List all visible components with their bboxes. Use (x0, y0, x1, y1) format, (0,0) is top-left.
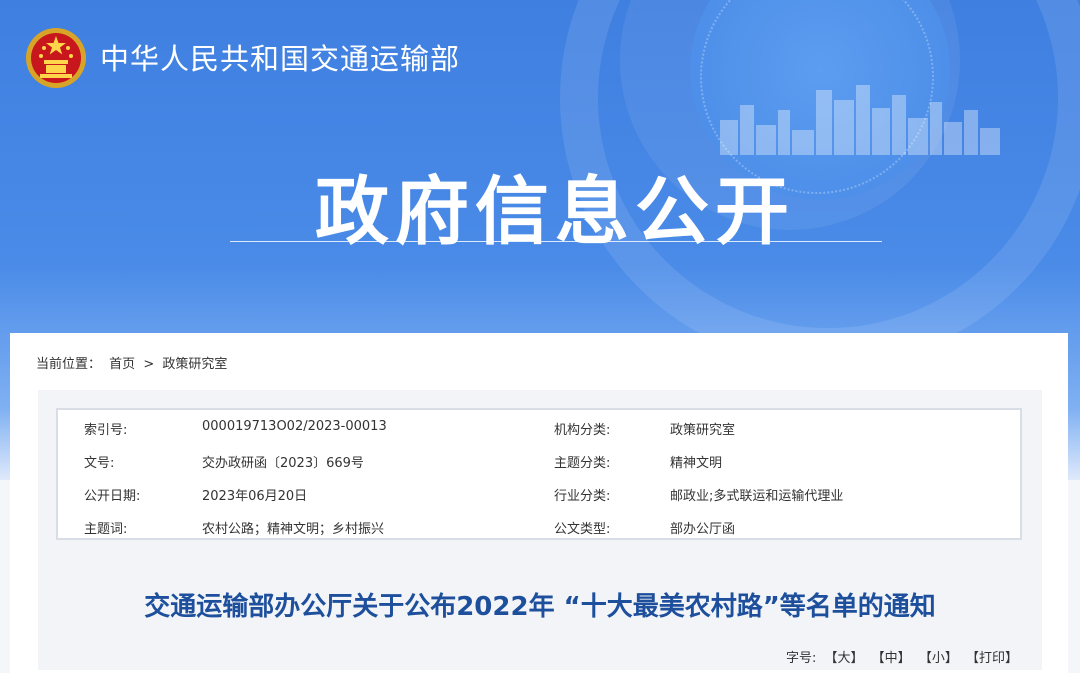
industry-value: 邮政业;多式联运和运输代理业 (670, 489, 844, 504)
city-skyline-illustration (720, 85, 1000, 155)
breadcrumb-separator: > (143, 357, 155, 372)
doctype-label: 公文类型: (554, 522, 611, 537)
site-name[interactable]: 中华人民共和国交通运输部 (100, 36, 460, 78)
font-size-controls: 字号: 【大】 【中】 【小】 【打印】 (786, 647, 1018, 666)
org-value: 政策研究室 (670, 423, 736, 438)
org-label: 机构分类: (554, 423, 611, 438)
doctype-value: 部办公厅函 (670, 522, 736, 537)
index-label: 索引号: (84, 423, 128, 438)
font-size-label: 字号: (785, 651, 817, 666)
keywords-value: 农村公路；精神文明；乡村振兴 (202, 522, 385, 537)
national-emblem-logo[interactable] (24, 26, 88, 90)
breadcrumb: 当前位置： 首页 > 政策研究室 (36, 353, 231, 372)
title-divider (230, 241, 882, 242)
font-size-medium-button[interactable]: 【中】 (872, 651, 911, 666)
industry-label: 行业分类: (554, 489, 611, 504)
section-title: 政府信息公开 (315, 169, 795, 255)
breadcrumb-home-link[interactable]: 首页 (109, 357, 135, 372)
topic-label: 主题分类: (554, 456, 611, 471)
keywords-label: 主题词: (84, 522, 128, 537)
docno-value: 交办政研函〔2023〕669号 (202, 456, 364, 471)
document-title: 交通运输部办公厅关于公布2022年 “十大最美农村路”等名单的通知 (144, 592, 936, 622)
document-metadata-table: 索引号: 000019713O02/2023-00013 机构分类: 政策研究室… (56, 408, 1022, 540)
date-label: 公开日期: (84, 489, 141, 504)
topic-value: 精神文明 (670, 456, 723, 471)
breadcrumb-label: 当前位置： (36, 357, 102, 372)
font-size-large-button[interactable]: 【大】 (825, 651, 864, 666)
date-value: 2023年06月20日 (202, 489, 308, 504)
print-button[interactable]: 【打印】 (966, 651, 1018, 666)
breadcrumb-current-link[interactable]: 政策研究室 (162, 357, 227, 372)
font-size-small-button[interactable]: 【小】 (919, 651, 958, 666)
index-value: 000019713O02/2023-00013 (202, 419, 387, 434)
docno-label: 文号: (84, 456, 115, 471)
